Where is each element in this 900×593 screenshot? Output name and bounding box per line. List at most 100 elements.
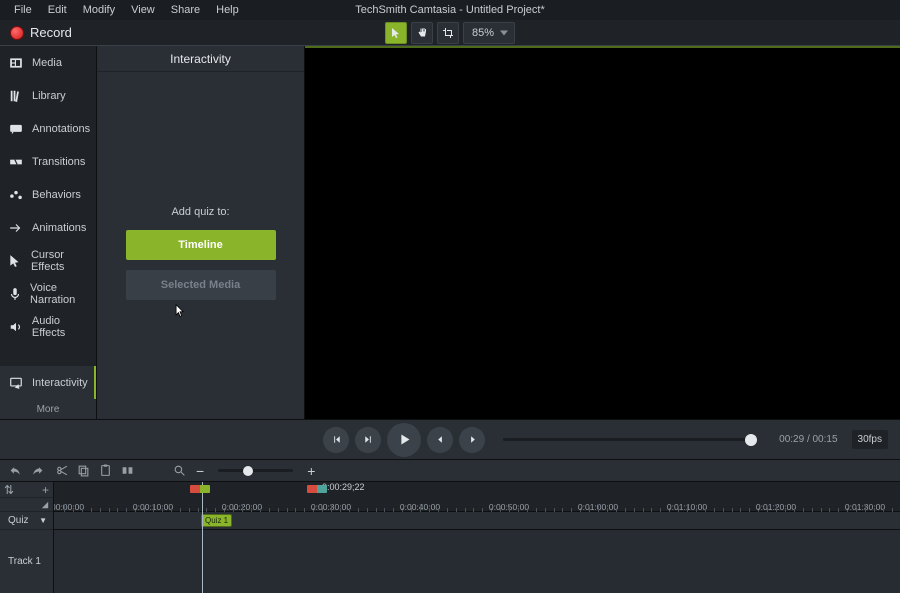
interactivity-icon [8,376,24,390]
preview-canvas[interactable] [305,46,900,419]
prev-marker-button[interactable] [427,427,453,453]
copy-icon [77,464,90,477]
track1-label: Track 1 [8,556,41,567]
fps-display[interactable]: 30fps [852,430,888,449]
playback-bar: 00:29 / 00:15 30fps [0,420,900,460]
sidebar-item-label: Audio Effects [32,315,96,339]
sidebar-item-label: Animations [32,222,86,234]
timeline: ⇅ + Quiz ▼ Track 1 0:00:29;22 0:00:00;00… [0,482,900,593]
cut-button[interactable] [54,464,68,478]
next-frame-button[interactable] [355,427,381,453]
undo-button[interactable] [8,464,22,478]
sidebar-item-voice-narration[interactable]: Voice Narration [0,277,96,310]
timeline-zoom-out[interactable]: − [196,463,204,479]
track1-header[interactable]: Track 1 [0,530,53,593]
annotations-icon [8,122,24,136]
split-icon [121,464,134,477]
timeline-zoom-slider[interactable] [218,469,293,472]
undo-icon [9,464,22,477]
paste-button[interactable] [98,464,112,478]
sidebar-item-label: Annotations [32,123,90,135]
sidebar-item-interactivity[interactable]: Interactivity [0,366,96,399]
add-quiz-selected-button: Selected Media [126,270,276,300]
record-button[interactable]: Record [0,20,82,45]
sidebar-item-label: Cursor Effects [31,249,96,273]
quiz-marker[interactable]: Quiz 1 [201,514,232,527]
chevron-right-icon [467,434,478,445]
redo-button[interactable] [30,464,44,478]
crop-tool[interactable] [437,22,459,44]
quiz-track-header[interactable]: Quiz ▼ [0,512,53,530]
timeline-zoom-in[interactable]: + [307,463,315,479]
menu-view[interactable]: View [123,2,163,18]
scrub-track[interactable] [503,438,751,441]
animations-icon [8,221,24,235]
timeline-zoom-thumb[interactable] [243,466,253,476]
sidebar-item-cursor-effects[interactable]: Cursor Effects [0,244,96,277]
hand-icon [416,27,428,39]
collapse-tracks[interactable]: ⇅ [4,483,14,497]
timeline-tracks[interactable]: 0:00:29;22 0:00:00;000:00:10;000:00:20;0… [54,482,900,593]
sidebar-item-animations[interactable]: Animations [0,211,96,244]
scissors-icon [55,464,68,477]
play-button[interactable] [387,423,421,457]
sidebar-item-behaviors[interactable]: Behaviors [0,178,96,211]
sidebar-item-library[interactable]: Library [0,79,96,112]
add-track-controls: ⇅ + [0,482,53,498]
menu-bar: File Edit Modify View Share Help TechSmi… [0,0,900,20]
menu-modify[interactable]: Modify [75,2,123,18]
menu-edit[interactable]: Edit [40,2,75,18]
add-track-button[interactable]: + [42,483,49,497]
menu-help[interactable]: Help [208,2,247,18]
ruler-label: 0:00:00;00 [54,502,84,512]
cursor-effects-icon [8,254,23,268]
sidebar-item-transitions[interactable]: Transitions [0,145,96,178]
timeline-track-headers: ⇅ + Quiz ▼ Track 1 [0,482,54,593]
next-marker-button[interactable] [459,427,485,453]
pan-tool[interactable] [411,22,433,44]
scrub-thumb[interactable] [745,434,757,446]
timeline-zoom-search[interactable] [172,464,186,478]
canvas-tool-group: 85% [385,20,515,46]
play-icon [397,432,412,447]
chevron-left-icon [435,434,446,445]
scrubber[interactable] [503,438,751,441]
canvas-zoom-select[interactable]: 85% [463,22,515,44]
marker-row-header[interactable] [0,498,53,512]
sidebar-item-annotations[interactable]: Annotations [0,112,96,145]
cursor-icon [390,27,402,39]
step-back-icon [331,434,342,445]
mic-icon [8,287,22,301]
add-quiz-timeline-button[interactable]: Timeline [126,230,276,260]
main-area: Media Library Annotations Transitions Be… [0,46,900,420]
menu-file[interactable]: File [6,2,40,18]
track1-lane[interactable] [54,530,900,593]
sidebar-item-media[interactable]: Media [0,46,96,79]
sidebar-item-label: Interactivity [32,377,88,389]
sidebar: Media Library Annotations Transitions Be… [0,46,97,419]
interactivity-panel: Interactivity Add quiz to: Timeline Sele… [97,46,305,419]
step-forward-icon [363,434,374,445]
paste-icon [99,464,112,477]
timeline-ruler[interactable]: 0:00:29;22 0:00:00;000:00:10;000:00:20;0… [54,482,900,512]
record-toolbar: Record 85% [0,20,900,46]
crop-icon [442,27,454,39]
copy-button[interactable] [76,464,90,478]
sidebar-item-label: Voice Narration [30,282,96,306]
panel-title: Interactivity [97,46,304,72]
record-icon [10,26,24,40]
sidebar-item-audio-effects[interactable]: Audio Effects [0,310,96,343]
sidebar-more[interactable]: More [0,399,96,419]
library-icon [8,89,24,103]
menu-share[interactable]: Share [163,2,208,18]
canvas-zoom-value: 85% [472,27,494,39]
prev-frame-button[interactable] [323,427,349,453]
add-quiz-label: Add quiz to: [171,206,229,218]
playhead-inout-marker[interactable] [307,482,329,490]
quiz-track-label: Quiz [8,515,29,526]
quiz-track[interactable]: Quiz 1 [54,512,900,530]
playhead[interactable] [202,482,203,593]
split-button[interactable] [120,464,134,478]
sidebar-item-label: Behaviors [32,189,81,201]
select-tool[interactable] [385,22,407,44]
